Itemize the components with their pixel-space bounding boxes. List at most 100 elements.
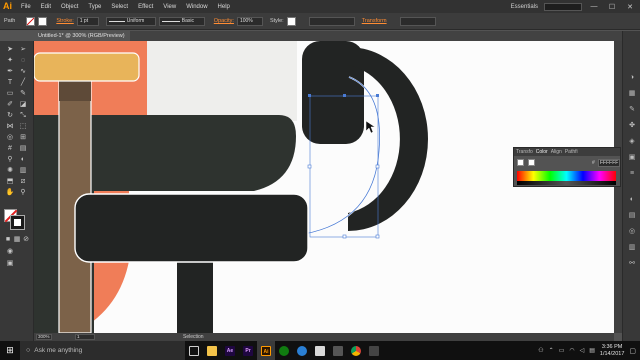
artwork[interactable] (34, 41, 614, 333)
menu-select[interactable]: Select (106, 4, 133, 10)
after-effects-icon[interactable]: Ae (221, 341, 239, 360)
illustrator-taskbar-icon[interactable]: Ai (257, 341, 275, 360)
brush-definition[interactable]: Basic (158, 16, 205, 26)
menu-edit[interactable]: Edit (36, 4, 56, 10)
links-panel-icon[interactable]: ⚯ (627, 259, 637, 268)
mesh-tool-icon[interactable]: # (5, 144, 15, 153)
opacity-panel-link[interactable]: Opacity: (214, 18, 234, 24)
none-mode-icon[interactable]: ⊘ (21, 235, 31, 244)
menu-window[interactable]: Window (181, 4, 212, 10)
free-transform-tool-icon[interactable]: ⬚ (18, 122, 28, 131)
artboard-tool-icon[interactable]: ⬒ (5, 177, 15, 186)
zoom-field[interactable]: 300% (36, 334, 52, 340)
chrome-icon[interactable] (347, 341, 365, 360)
rectangle-tool-icon[interactable]: ▭ (5, 89, 15, 98)
selection-tool-icon[interactable]: ➤ (5, 45, 15, 54)
volume-icon[interactable]: ◁ (580, 347, 585, 354)
people-icon[interactable]: ⚇ (538, 347, 543, 354)
color-panel-icon[interactable]: ◑ (627, 73, 637, 82)
microphone-icon[interactable]: ○ (26, 347, 30, 354)
chevron-up-icon[interactable]: ⌃ (549, 347, 554, 354)
fill-swatch[interactable] (26, 16, 36, 26)
opacity-field[interactable]: 100% (236, 16, 263, 26)
symbol-sprayer-tool-icon[interactable]: ✺ (5, 166, 15, 175)
magic-wand-tool-icon[interactable]: ✦ (5, 56, 15, 65)
artboard-canvas[interactable] (34, 41, 614, 333)
tab-align[interactable]: Align (551, 149, 562, 155)
stroke-swatch-small[interactable] (528, 159, 535, 166)
document-tab[interactable]: Untitled-1* @ 300% (RGB/Preview) (34, 31, 130, 41)
stock-search-input[interactable] (544, 2, 582, 11)
close-button[interactable]: ✕ (624, 3, 636, 11)
scale-tool-icon[interactable]: ⤡ (18, 111, 28, 120)
keyboard-icon[interactable]: ▤ (589, 347, 595, 354)
draw-mode-icon[interactable]: ◉ (5, 247, 15, 256)
spectrum-shades[interactable] (517, 181, 616, 185)
app-icon-dark[interactable] (365, 341, 383, 360)
notifications-icon[interactable]: ▢ (629, 347, 636, 355)
battery-icon[interactable]: ▭ (559, 347, 565, 354)
color-spectrum[interactable] (517, 171, 616, 181)
tab-pathfinder[interactable]: Pathfi (565, 149, 578, 155)
stroke-panel-icon[interactable]: ≡ (627, 169, 637, 178)
stroke-weight-field[interactable]: 1 pt (76, 16, 99, 26)
gradient-panel-icon[interactable]: ▥ (627, 243, 637, 252)
transform-panel-link[interactable]: Transform (362, 18, 387, 24)
symbols-panel-icon[interactable]: ✤ (627, 121, 637, 130)
zoom-tool-icon[interactable]: ⚲ (18, 188, 28, 197)
menu-type[interactable]: Type (83, 4, 106, 10)
hand-tool-icon[interactable]: ✋ (5, 188, 15, 197)
extra-controls[interactable] (399, 16, 436, 26)
shaper-tool-icon[interactable]: ✐ (5, 100, 15, 109)
screen-mode-icon[interactable]: ▣ (5, 259, 15, 268)
gradient-tool-icon[interactable]: ▤ (18, 144, 28, 153)
slice-tool-icon[interactable]: ⧄ (18, 177, 28, 186)
system-clock[interactable]: 3:36 PM 1/14/2017 (600, 344, 624, 358)
transparency-panel-icon[interactable]: ◎ (627, 227, 637, 236)
vertical-scrollbar[interactable] (614, 41, 622, 333)
stroke-swatch[interactable] (38, 16, 48, 26)
stroke-color-icon[interactable] (10, 215, 25, 230)
hex-input[interactable]: FFFFFF (598, 159, 620, 167)
artboards-panel-icon[interactable]: ▣ (627, 153, 637, 162)
blend-tool-icon[interactable]: ◐ (18, 155, 28, 164)
appearance-panel-icon[interactable]: ◐ (627, 195, 637, 204)
task-view-icon[interactable] (185, 341, 203, 360)
eyedropper-tool-icon[interactable]: ⚲ (5, 155, 15, 164)
file-explorer-icon[interactable] (203, 341, 221, 360)
premiere-icon[interactable]: Pr (239, 341, 257, 360)
tab-color[interactable]: Color (536, 149, 548, 155)
maximize-button[interactable]: ☐ (606, 3, 618, 11)
layers-panel-icon[interactable]: ◈ (627, 137, 637, 146)
graphic-styles-panel-icon[interactable]: ▤ (627, 211, 637, 220)
perspective-grid-tool-icon[interactable]: ⊞ (18, 133, 28, 142)
pen-tool-icon[interactable]: ✒ (5, 67, 15, 76)
app-icon-blue[interactable] (293, 341, 311, 360)
menu-effect[interactable]: Effect (133, 4, 158, 10)
shape-builder-tool-icon[interactable]: ◎ (5, 133, 15, 142)
wifi-icon[interactable]: ◠ (569, 347, 574, 354)
menu-help[interactable]: Help (213, 4, 235, 10)
column-graph-tool-icon[interactable]: ▥ (18, 166, 28, 175)
menu-object[interactable]: Object (56, 4, 83, 10)
type-tool-icon[interactable]: T (5, 78, 15, 87)
eraser-tool-icon[interactable]: ◪ (18, 100, 28, 109)
menu-view[interactable]: View (158, 4, 181, 10)
brushes-panel-icon[interactable]: ✎ (627, 105, 637, 114)
workspace-switcher[interactable]: Essentials (511, 4, 538, 10)
graphic-style-swatch[interactable] (286, 16, 296, 26)
variable-width-profile[interactable]: Uniform (105, 16, 156, 26)
swatches-panel-icon[interactable]: ▦ (627, 89, 637, 98)
rotate-tool-icon[interactable]: ↻ (5, 111, 15, 120)
menu-file[interactable]: File (16, 4, 36, 10)
photos-icon[interactable] (311, 341, 329, 360)
start-button[interactable]: ⊞ (0, 341, 20, 360)
store-icon[interactable] (329, 341, 347, 360)
width-tool-icon[interactable]: ⋈ (5, 122, 15, 131)
curvature-tool-icon[interactable]: ∿ (18, 67, 28, 76)
stroke-panel-link[interactable]: Stroke: (56, 18, 73, 24)
minimize-button[interactable]: — (588, 3, 600, 10)
paintbrush-tool-icon[interactable]: ✎ (18, 89, 28, 98)
cortana-search-box[interactable]: ○ Ask me anything (20, 341, 185, 360)
tab-transform[interactable]: Transfo (516, 149, 533, 155)
